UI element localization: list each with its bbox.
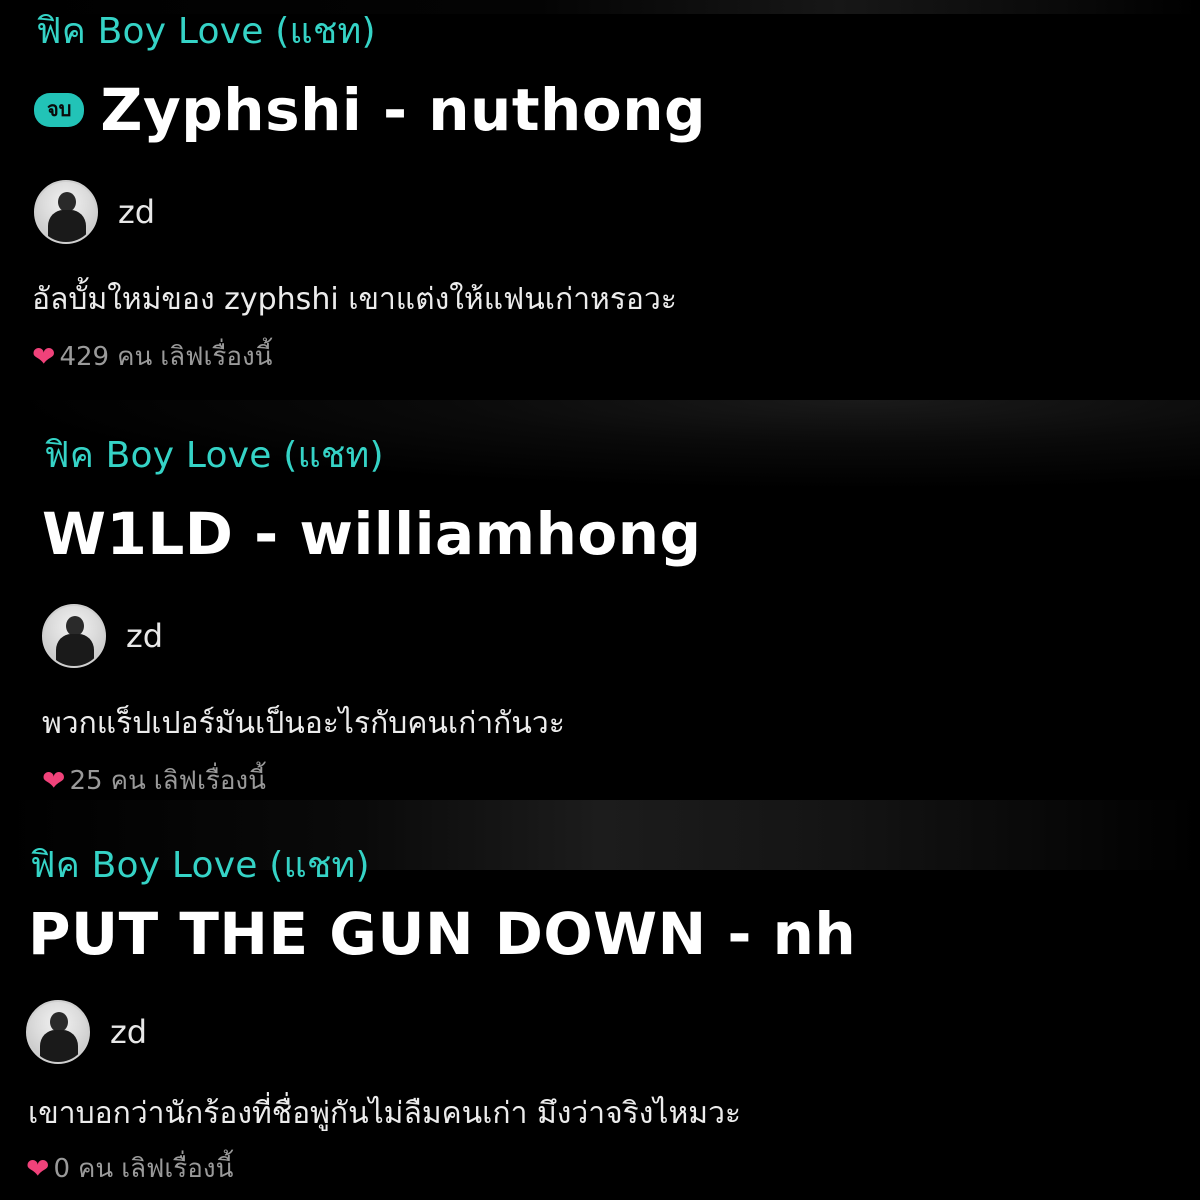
heart-icon: ❤ [26, 1151, 50, 1185]
story-card-2[interactable]: ฟิค Boy Love (แชท) W1LD - williamhong zd… [0, 400, 1200, 800]
likes-row: ❤ 429 คน เลิฟเรื่องนี้ [32, 336, 272, 377]
author-name[interactable]: zd [110, 1013, 147, 1051]
completed-badge: จบ [34, 93, 85, 127]
story-title[interactable]: W1LD - williamhong [42, 500, 702, 568]
likes-label: เลิฟเรื่องนี้ [121, 1154, 234, 1184]
likes-row: ❤ 0 คน เลิฟเรื่องนี้ [26, 1148, 233, 1189]
story-description: อัลบั้มใหม่ของ zyphshi เขาแต่งให้แฟนเก่า… [32, 282, 677, 317]
likes-label: เลิฟเรื่องนี้ [160, 342, 273, 372]
heart-icon: ❤ [42, 763, 66, 797]
likes-unit: คน [110, 766, 146, 796]
author-row[interactable]: zd [26, 1000, 147, 1064]
story-title-row[interactable]: จบ Zyphshi - nuthong [34, 76, 706, 144]
author-avatar[interactable] [42, 604, 106, 668]
story-title[interactable]: Zyphshi - nuthong [100, 76, 706, 144]
author-avatar[interactable] [34, 180, 98, 244]
likes-count: 429 [59, 341, 110, 372]
author-name[interactable]: zd [118, 193, 155, 231]
story-title-row[interactable]: PUT THE GUN DOWN - nh [28, 900, 856, 968]
story-category[interactable]: ฟิค Boy Love (แชท) [44, 426, 384, 483]
story-category[interactable]: ฟิค Boy Love (แชท) [30, 836, 370, 893]
story-description: เขาบอกว่านักร้องที่ชื่อพู่กันไม่ลืมคนเก่… [28, 1096, 742, 1131]
likes-count: 0 [53, 1153, 71, 1184]
author-avatar[interactable] [26, 1000, 90, 1064]
author-row[interactable]: zd [42, 604, 163, 668]
likes-label: เลิฟเรื่องนี้ [153, 766, 266, 796]
story-title[interactable]: PUT THE GUN DOWN - nh [28, 900, 856, 968]
story-card-3[interactable]: ฟิค Boy Love (แชท) PUT THE GUN DOWN - nh… [0, 800, 1200, 1200]
likes-unit: คน [78, 1154, 114, 1184]
likes-row: ❤ 25 คน เลิฟเรื่องนี้ [42, 760, 266, 800]
story-card-1[interactable]: ฟิค Boy Love (แชท) จบ Zyphshi - nuthong … [0, 0, 1200, 400]
heart-icon: ❤ [32, 339, 56, 373]
author-row[interactable]: zd [34, 180, 155, 244]
story-category[interactable]: ฟิค Boy Love (แชท) [36, 2, 376, 59]
likes-count: 25 [69, 765, 103, 796]
author-name[interactable]: zd [126, 617, 163, 655]
likes-unit: คน [117, 342, 153, 372]
story-title-row[interactable]: W1LD - williamhong [42, 500, 702, 568]
story-description: พวกแร็ปเปอร์มันเป็นอะไรกับคนเก่ากันวะ [42, 706, 565, 741]
